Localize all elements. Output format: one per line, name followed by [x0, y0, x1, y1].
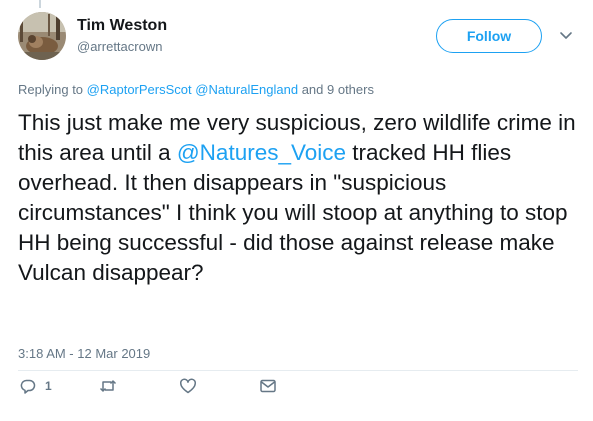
author-name[interactable]: Tim Weston — [77, 16, 167, 36]
reply-button[interactable]: 1 — [19, 376, 52, 396]
tweet-text: This just make me very suspicious, zero … — [18, 108, 580, 288]
reply-count: 1 — [45, 379, 52, 393]
replying-suffix[interactable]: and 9 others — [298, 82, 374, 97]
thread-connector-line — [39, 0, 41, 8]
replying-prefix: Replying to — [18, 82, 87, 97]
like-button[interactable] — [179, 376, 197, 396]
divider — [18, 370, 578, 371]
avatar[interactable] — [18, 12, 66, 60]
tweet-mention-link[interactable]: @Natures_Voice — [177, 140, 346, 165]
tweet-timestamp[interactable]: 3:18 AM - 12 Mar 2019 — [18, 346, 150, 362]
retweet-button[interactable] — [99, 376, 117, 396]
follow-button[interactable]: Follow — [436, 19, 542, 53]
chevron-down-icon[interactable] — [558, 27, 574, 43]
direct-message-button[interactable] — [259, 376, 277, 396]
mention-link[interactable]: @NaturalEngland — [195, 82, 298, 97]
envelope-icon — [260, 379, 276, 393]
author-handle[interactable]: @arrettacrown — [77, 39, 162, 55]
replying-to-line: Replying to @RaptorPersScot @NaturalEngl… — [18, 82, 374, 98]
reply-icon — [20, 379, 36, 394]
retweet-icon — [99, 380, 117, 392]
mention-link[interactable]: @RaptorPersScot — [87, 82, 192, 97]
profile-photo-icon — [18, 12, 66, 60]
heart-icon — [180, 378, 196, 394]
